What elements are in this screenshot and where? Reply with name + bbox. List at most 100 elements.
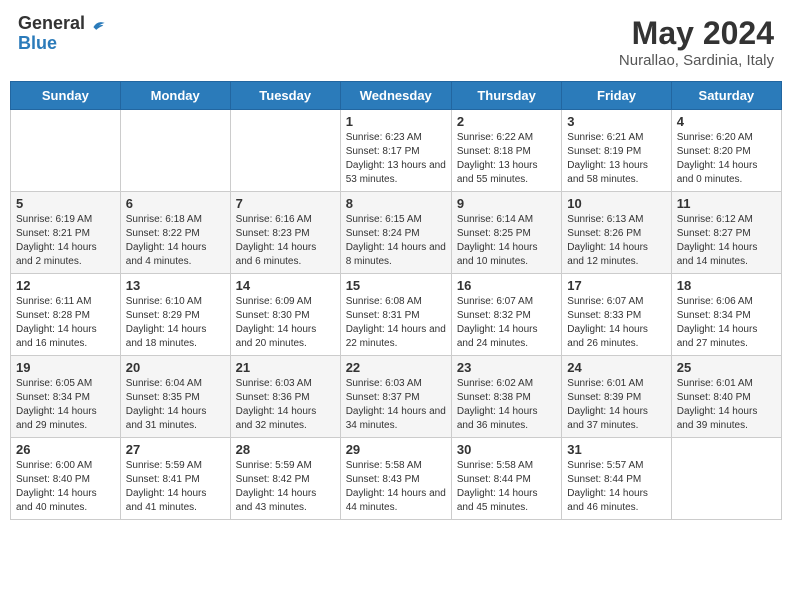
day-info: Sunrise: 6:09 AMSunset: 8:30 PMDaylight:…: [236, 295, 335, 351]
day-info: Sunrise: 6:12 AMSunset: 8:27 PMDaylight:…: [677, 213, 776, 269]
day-number: 19: [16, 360, 115, 375]
day-number: 7: [236, 196, 335, 211]
day-number: 21: [236, 360, 335, 375]
day-info: Sunrise: 6:13 AMSunset: 8:26 PMDaylight:…: [567, 213, 665, 269]
day-number: 17: [567, 278, 665, 293]
calendar-cell: 8 Sunrise: 6:15 AMSunset: 8:24 PMDaylight…: [340, 192, 451, 274]
day-info: Sunrise: 6:14 AMSunset: 8:25 PMDaylight:…: [457, 213, 556, 269]
calendar-cell: 29 Sunrise: 5:58 AMSunset: 8:43 PMDayligh…: [340, 438, 451, 520]
day-info: Sunrise: 6:10 AMSunset: 8:29 PMDaylight:…: [126, 295, 225, 351]
calendar-cell: 14Sunrise: 6:09 AMSunset: 8:30 PMDayligh…: [230, 274, 340, 356]
day-number: 9: [457, 196, 556, 211]
day-number: 4: [677, 114, 776, 129]
day-number: 1: [346, 114, 446, 129]
day-info: Sunrise: 6:04 AMSunset: 8:35 PMDaylight:…: [126, 377, 225, 433]
day-info: Sunrise: 6:03 AMSunset: 8:37 PMDaylight:…: [346, 377, 446, 433]
logo-blue-text: Blue: [18, 33, 57, 53]
calendar-cell: 1 Sunrise: 6:23 AMSunset: 8:17 PMDaylight…: [340, 110, 451, 192]
calendar-cell: [671, 438, 781, 520]
day-info: Sunrise: 6:18 AMSunset: 8:22 PMDaylight:…: [126, 213, 225, 269]
day-number: 31: [567, 442, 665, 457]
calendar-week-row: 5 Sunrise: 6:19 AMSunset: 8:21 PMDaylight…: [11, 192, 782, 274]
calendar-week-row: 26 Sunrise: 6:00 AMSunset: 8:40 PMDayligh…: [11, 438, 782, 520]
calendar-cell: 17 Sunrise: 6:07 AMSunset: 8:33 PMDayligh…: [562, 274, 671, 356]
day-number: 29: [346, 442, 446, 457]
calendar-cell: 4 Sunrise: 6:20 AMSunset: 8:20 PMDaylight…: [671, 110, 781, 192]
day-number: 27: [126, 442, 225, 457]
day-number: 26: [16, 442, 115, 457]
calendar-cell: 6Sunrise: 6:18 AMSunset: 8:22 PMDaylight…: [120, 192, 230, 274]
calendar-week-row: 19Sunrise: 6:05 AMSunset: 8:34 PMDayligh…: [11, 356, 782, 438]
calendar-cell: 23Sunrise: 6:02 AMSunset: 8:38 PMDayligh…: [451, 356, 561, 438]
day-info: Sunrise: 6:11 AMSunset: 8:28 PMDaylight:…: [16, 295, 115, 351]
day-number: 20: [126, 360, 225, 375]
day-info: Sunrise: 6:23 AMSunset: 8:17 PMDaylight:…: [346, 131, 446, 187]
logo-general-text: General: [18, 13, 85, 33]
day-info: Sunrise: 5:58 AMSunset: 8:43 PMDaylight:…: [346, 459, 446, 515]
day-info: Sunrise: 5:58 AMSunset: 8:44 PMDaylight:…: [457, 459, 556, 515]
calendar-week-row: 12 Sunrise: 6:11 AMSunset: 8:28 PMDayligh…: [11, 274, 782, 356]
day-number: 2: [457, 114, 556, 129]
calendar-cell: 22Sunrise: 6:03 AMSunset: 8:37 PMDayligh…: [340, 356, 451, 438]
day-number: 30: [457, 442, 556, 457]
calendar-table: SundayMondayTuesdayWednesdayThursdayFrid…: [10, 81, 782, 520]
calendar-cell: [11, 110, 121, 192]
calendar-cell: 3 Sunrise: 6:21 AMSunset: 8:19 PMDaylight…: [562, 110, 671, 192]
logo-bird-icon: [92, 18, 106, 32]
day-info: Sunrise: 6:07 AMSunset: 8:33 PMDaylight:…: [567, 295, 665, 351]
weekday-header-row: SundayMondayTuesdayWednesdayThursdayFrid…: [11, 82, 782, 110]
day-info: Sunrise: 5:59 AMSunset: 8:42 PMDaylight:…: [236, 459, 335, 515]
weekday-header-friday: Friday: [562, 82, 671, 110]
calendar-cell: 2 Sunrise: 6:22 AMSunset: 8:18 PMDaylight…: [451, 110, 561, 192]
day-number: 25: [677, 360, 776, 375]
day-number: 24: [567, 360, 665, 375]
calendar-cell: 26 Sunrise: 6:00 AMSunset: 8:40 PMDayligh…: [11, 438, 121, 520]
day-info: Sunrise: 6:21 AMSunset: 8:19 PMDaylight:…: [567, 131, 665, 187]
logo-top: General: [18, 14, 106, 34]
day-info: Sunrise: 6:15 AMSunset: 8:24 PMDaylight:…: [346, 213, 446, 269]
day-number: 11: [677, 196, 776, 211]
calendar-cell: 11 Sunrise: 6:12 AMSunset: 8:27 PMDayligh…: [671, 192, 781, 274]
weekday-header-monday: Monday: [120, 82, 230, 110]
calendar-cell: 13Sunrise: 6:10 AMSunset: 8:29 PMDayligh…: [120, 274, 230, 356]
weekday-header-thursday: Thursday: [451, 82, 561, 110]
calendar-cell: 24 Sunrise: 6:01 AMSunset: 8:39 PMDayligh…: [562, 356, 671, 438]
day-info: Sunrise: 6:07 AMSunset: 8:32 PMDaylight:…: [457, 295, 556, 351]
day-number: 16: [457, 278, 556, 293]
day-info: Sunrise: 6:06 AMSunset: 8:34 PMDaylight:…: [677, 295, 776, 351]
calendar-cell: 30 Sunrise: 5:58 AMSunset: 8:44 PMDayligh…: [451, 438, 561, 520]
day-info: Sunrise: 6:01 AMSunset: 8:40 PMDaylight:…: [677, 377, 776, 433]
calendar-cell: 31 Sunrise: 5:57 AMSunset: 8:44 PMDayligh…: [562, 438, 671, 520]
calendar-cell: 19Sunrise: 6:05 AMSunset: 8:34 PMDayligh…: [11, 356, 121, 438]
day-info: Sunrise: 6:19 AMSunset: 8:21 PMDaylight:…: [16, 213, 115, 269]
day-info: Sunrise: 6:01 AMSunset: 8:39 PMDaylight:…: [567, 377, 665, 433]
day-number: 8: [346, 196, 446, 211]
weekday-header-saturday: Saturday: [671, 82, 781, 110]
calendar-cell: 21Sunrise: 6:03 AMSunset: 8:36 PMDayligh…: [230, 356, 340, 438]
calendar-cell: 10 Sunrise: 6:13 AMSunset: 8:26 PMDayligh…: [562, 192, 671, 274]
day-info: Sunrise: 5:59 AMSunset: 8:41 PMDaylight:…: [126, 459, 225, 515]
day-info: Sunrise: 6:02 AMSunset: 8:38 PMDaylight:…: [457, 377, 556, 433]
day-info: Sunrise: 6:08 AMSunset: 8:31 PMDaylight:…: [346, 295, 446, 351]
day-number: 10: [567, 196, 665, 211]
day-info: Sunrise: 5:57 AMSunset: 8:44 PMDaylight:…: [567, 459, 665, 515]
day-info: Sunrise: 6:00 AMSunset: 8:40 PMDaylight:…: [16, 459, 115, 515]
calendar-cell: 25 Sunrise: 6:01 AMSunset: 8:40 PMDayligh…: [671, 356, 781, 438]
location-subtitle: Nurallao, Sardinia, Italy: [619, 52, 774, 69]
day-number: 3: [567, 114, 665, 129]
day-info: Sunrise: 6:20 AMSunset: 8:20 PMDaylight:…: [677, 131, 776, 187]
day-number: 5: [16, 196, 115, 211]
page-header: General Blue May 2024 Nurallao, Sardinia…: [10, 10, 782, 73]
weekday-header-sunday: Sunday: [11, 82, 121, 110]
calendar-cell: 9 Sunrise: 6:14 AMSunset: 8:25 PMDaylight…: [451, 192, 561, 274]
calendar-cell: 5 Sunrise: 6:19 AMSunset: 8:21 PMDaylight…: [11, 192, 121, 274]
day-info: Sunrise: 6:22 AMSunset: 8:18 PMDaylight:…: [457, 131, 556, 187]
calendar-cell: 7Sunrise: 6:16 AMSunset: 8:23 PMDaylight…: [230, 192, 340, 274]
day-number: 12: [16, 278, 115, 293]
calendar-cell: 15Sunrise: 6:08 AMSunset: 8:31 PMDayligh…: [340, 274, 451, 356]
day-number: 28: [236, 442, 335, 457]
month-title: May 2024: [619, 14, 774, 52]
logo: General Blue: [18, 14, 106, 54]
calendar-cell: 20 Sunrise: 6:04 AMSunset: 8:35 PMDayligh…: [120, 356, 230, 438]
day-number: 18: [677, 278, 776, 293]
